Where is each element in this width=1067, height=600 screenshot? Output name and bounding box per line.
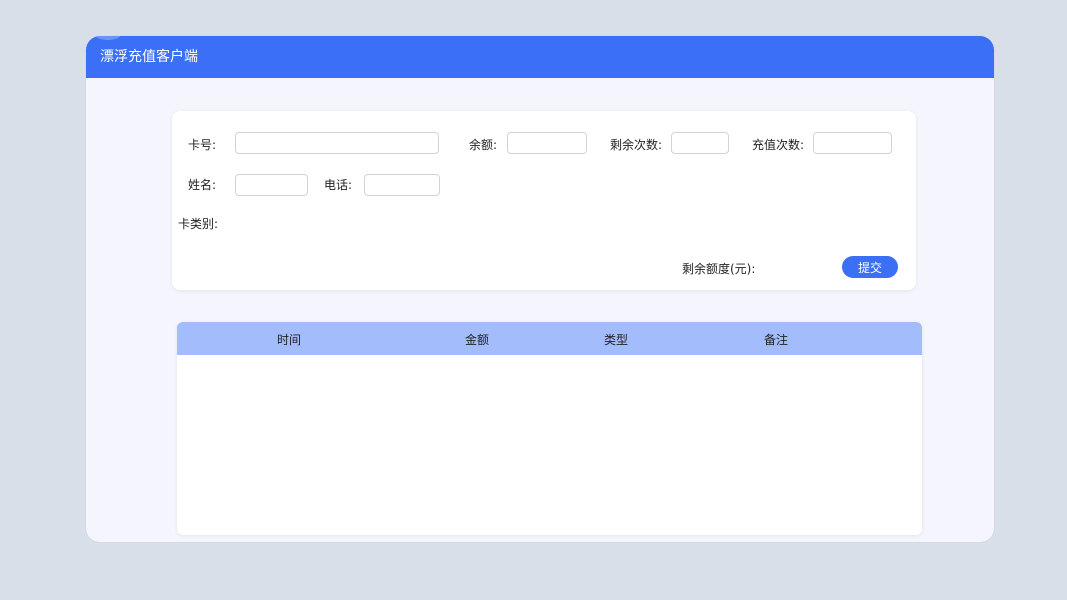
column-header-remark[interactable]: 备注 [764, 322, 788, 358]
remaining-quota-label: 剩余额度(元): [682, 262, 756, 276]
name-input[interactable] [235, 174, 308, 196]
column-header-amount[interactable]: 金额 [465, 322, 489, 358]
window-corner-decoration [94, 36, 122, 40]
column-header-time[interactable]: 时间 [277, 322, 301, 358]
column-header-type[interactable]: 类型 [604, 322, 628, 358]
recharge-times-input[interactable] [813, 132, 892, 154]
submit-button[interactable]: 提交 [842, 256, 898, 278]
phone-label: 电话: [324, 178, 353, 192]
recharge-form-card: 卡号: 余额: 剩余次数: 充值次数: 姓名: 电话: 卡类别: 剩余额度(元)… [172, 111, 916, 290]
balance-input[interactable] [507, 132, 587, 154]
remaining-times-label: 剩余次数: [610, 138, 663, 152]
title-bar: 漂浮充值客户端 [86, 36, 994, 78]
records-table: 时间 金额 类型 备注 [177, 322, 922, 535]
balance-label: 余额: [469, 138, 498, 152]
app-title: 漂浮充值客户端 [100, 49, 198, 65]
name-label: 姓名: [188, 178, 217, 192]
recharge-times-label: 充值次数: [752, 138, 805, 152]
card-number-label: 卡号: [188, 138, 217, 152]
table-header: 时间 金额 类型 备注 [177, 322, 922, 355]
phone-input[interactable] [364, 174, 440, 196]
app-window: 漂浮充值客户端 卡号: 余额: 剩余次数: 充值次数: 姓名: 电话: 卡类别:… [86, 36, 994, 542]
card-number-input[interactable] [235, 132, 439, 154]
remaining-times-input[interactable] [671, 132, 729, 154]
card-type-label: 卡类别: [178, 217, 219, 231]
